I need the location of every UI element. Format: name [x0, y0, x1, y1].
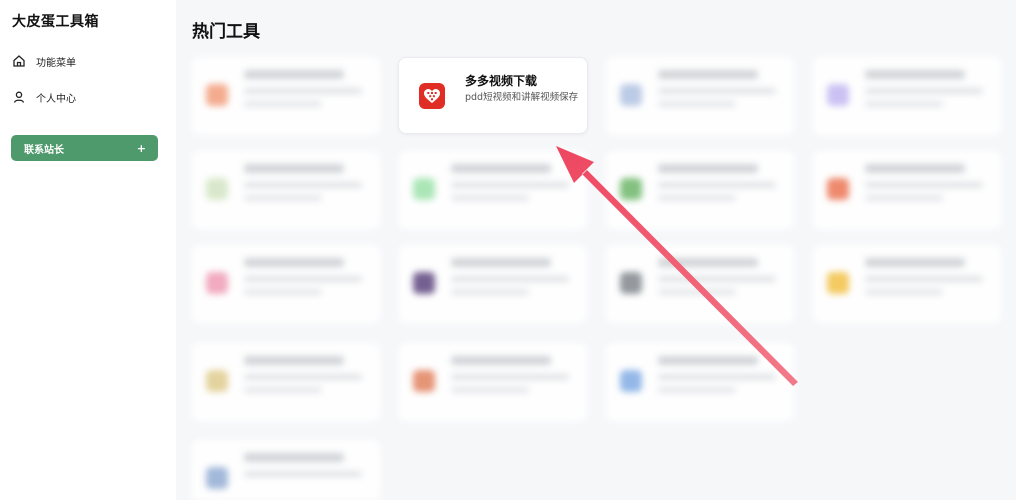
main-content: 热门工具 多多视频下载 pdd短视频和讲解视频保存	[176, 0, 1016, 500]
brand-title: 大皮蛋工具箱	[12, 14, 99, 30]
tool-icon	[413, 272, 435, 294]
tool-icon	[413, 178, 435, 200]
sidebar: 大皮蛋工具箱 功能菜单 个人中心 联系站长 +	[0, 0, 176, 500]
tool-icon	[620, 272, 642, 294]
tool-icon	[413, 370, 435, 392]
tool-icon	[620, 370, 642, 392]
tool-card[interactable]	[813, 151, 1001, 229]
contact-admin-button[interactable]: 联系站长 +	[11, 135, 158, 161]
tool-icon	[206, 467, 228, 489]
contact-admin-label: 联系站长	[24, 144, 64, 156]
sidebar-item-label: 功能菜单	[36, 57, 76, 69]
tool-icon	[206, 178, 228, 200]
tool-card-description: pdd短视频和讲解视频保存	[465, 92, 579, 103]
tool-card[interactable]	[606, 343, 794, 421]
tool-card[interactable]	[606, 57, 794, 135]
tool-card[interactable]	[399, 245, 587, 323]
tool-icon	[827, 272, 849, 294]
tool-card[interactable]	[813, 245, 1001, 323]
tool-icon	[206, 370, 228, 392]
tool-card[interactable]	[399, 151, 587, 229]
tool-card[interactable]	[606, 245, 794, 323]
sidebar-item-label: 个人中心	[36, 93, 76, 105]
tool-card[interactable]	[192, 57, 380, 135]
tool-icon	[620, 84, 642, 106]
page-title: 热门工具	[192, 22, 260, 42]
tool-card[interactable]	[399, 343, 587, 421]
tool-card[interactable]	[606, 151, 794, 229]
pinduoduo-icon	[419, 83, 445, 109]
tool-card-pdd-video-download[interactable]: 多多视频下载 pdd短视频和讲解视频保存	[398, 57, 588, 134]
tool-card[interactable]	[192, 343, 380, 421]
tool-card[interactable]	[192, 440, 380, 500]
tool-card[interactable]	[813, 57, 1001, 135]
home-icon	[12, 54, 26, 68]
tool-card[interactable]	[192, 245, 380, 323]
user-icon	[12, 90, 26, 104]
sidebar-item-menu[interactable]: 功能菜单	[12, 53, 76, 69]
plus-icon: +	[136, 141, 146, 155]
tool-card-title: 多多视频下载	[465, 74, 538, 88]
tool-icon	[620, 178, 642, 200]
tool-icon	[827, 84, 849, 106]
sidebar-item-profile[interactable]: 个人中心	[12, 89, 76, 105]
tool-card[interactable]	[192, 151, 380, 229]
tool-icon	[206, 272, 228, 294]
tool-icon	[206, 84, 228, 106]
tool-icon	[827, 178, 849, 200]
